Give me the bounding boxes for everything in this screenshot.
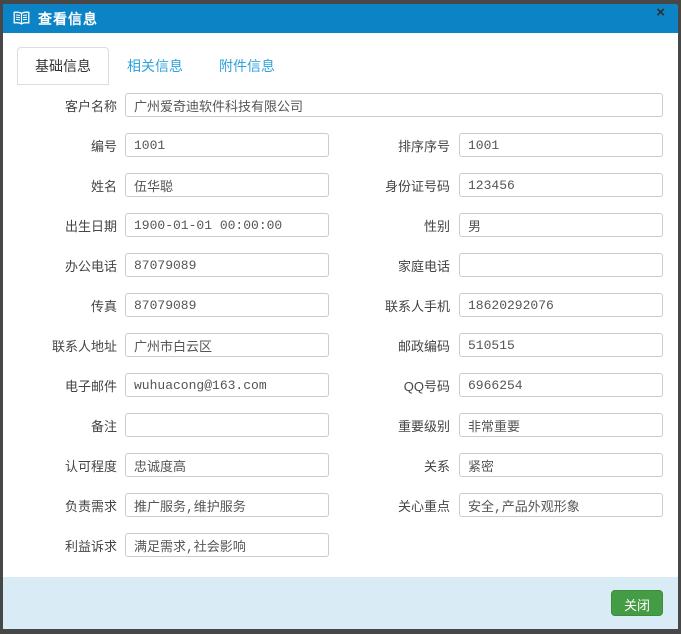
- gender-label: 性别: [423, 218, 450, 234]
- home-phone-label: 家庭电话: [397, 258, 450, 274]
- tab-related-info[interactable]: 相关信息: [109, 47, 201, 85]
- fax-label: 传真: [90, 298, 117, 314]
- office-phone-label: 办公电话: [64, 258, 117, 274]
- close-button[interactable]: 关闭: [610, 590, 663, 616]
- home-phone-input[interactable]: [459, 253, 663, 277]
- basic-info-form: 客户名称 编号 排序序号 姓名 身份证号码 出生日期 性别 办公电话 家庭电话: [3, 85, 678, 577]
- relationship-input[interactable]: [459, 453, 663, 477]
- form-row: 客户名称: [3, 93, 678, 117]
- dialog-footer: 关闭: [3, 577, 678, 629]
- customer-name-label: 客户名称: [64, 98, 117, 114]
- form-row: 利益诉求: [3, 533, 678, 557]
- relationship-label: 关系: [423, 458, 450, 474]
- focus-label: 关心重点: [397, 498, 450, 514]
- interest-input[interactable]: [125, 533, 329, 557]
- open-book-icon: [13, 11, 30, 26]
- form-row: 备注 重要级别: [3, 413, 678, 437]
- importance-input[interactable]: [459, 413, 663, 437]
- tab-attachment-info[interactable]: 附件信息: [201, 47, 293, 85]
- form-row: 姓名 身份证号码: [3, 173, 678, 197]
- tab-basic-info[interactable]: 基础信息: [17, 47, 109, 85]
- contact-address-label: 联系人地址: [51, 338, 117, 354]
- form-row: 出生日期 性别: [3, 213, 678, 237]
- mobile-input[interactable]: [459, 293, 663, 317]
- code-input[interactable]: [125, 133, 329, 157]
- recognition-input[interactable]: [125, 453, 329, 477]
- name-label: 姓名: [90, 178, 117, 194]
- form-row: 负责需求 关心重点: [3, 493, 678, 517]
- form-row: 办公电话 家庭电话: [3, 253, 678, 277]
- tab-bar: 基础信息 相关信息 附件信息: [17, 47, 664, 85]
- sort-no-input[interactable]: [459, 133, 663, 157]
- note-label: 备注: [90, 418, 117, 434]
- form-row: 编号 排序序号: [3, 133, 678, 157]
- focus-input[interactable]: [459, 493, 663, 517]
- recognition-label: 认可程度: [64, 458, 117, 474]
- demand-input[interactable]: [125, 493, 329, 517]
- form-row: 认可程度 关系: [3, 453, 678, 477]
- fax-input[interactable]: [125, 293, 329, 317]
- office-phone-input[interactable]: [125, 253, 329, 277]
- form-row: 传真 联系人手机: [3, 293, 678, 317]
- dialog-title: 查看信息: [38, 10, 98, 27]
- code-label: 编号: [90, 138, 117, 154]
- note-input[interactable]: [125, 413, 329, 437]
- importance-label: 重要级别: [397, 418, 450, 434]
- mobile-label: 联系人手机: [384, 298, 450, 314]
- contact-address-input[interactable]: [125, 333, 329, 357]
- form-row: 电子邮件 QQ号码: [3, 373, 678, 397]
- name-input[interactable]: [125, 173, 329, 197]
- gender-input[interactable]: [459, 213, 663, 237]
- birth-date-input[interactable]: [125, 213, 329, 237]
- close-icon[interactable]: ×: [656, 4, 665, 22]
- id-card-input[interactable]: [459, 173, 663, 197]
- email-input[interactable]: [125, 373, 329, 397]
- form-row: 联系人地址 邮政编码: [3, 333, 678, 357]
- postcode-label: 邮政编码: [397, 338, 450, 354]
- birth-date-label: 出生日期: [64, 218, 117, 234]
- dialog-titlebar: 查看信息 ×: [3, 4, 678, 33]
- demand-label: 负责需求: [64, 498, 117, 514]
- interest-label: 利益诉求: [64, 538, 117, 554]
- qq-input[interactable]: [459, 373, 663, 397]
- sort-no-label: 排序序号: [397, 138, 450, 154]
- customer-name-input[interactable]: [125, 93, 663, 117]
- view-info-dialog: 查看信息 × 基础信息 相关信息 附件信息 客户名称 编号 排序序号 姓名 身份…: [3, 4, 678, 629]
- postcode-input[interactable]: [459, 333, 663, 357]
- qq-label: QQ号码: [403, 378, 450, 394]
- id-card-label: 身份证号码: [384, 178, 450, 194]
- email-label: 电子邮件: [64, 378, 117, 394]
